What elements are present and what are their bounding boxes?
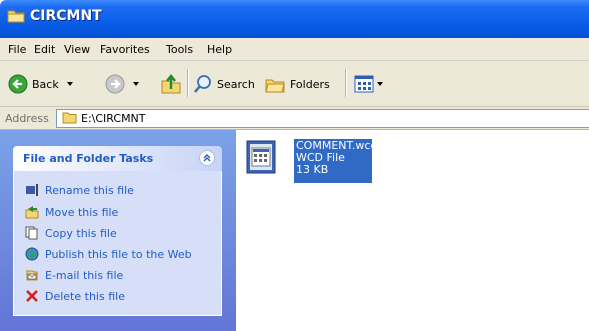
toolbar-separator — [345, 69, 347, 97]
toolbar: Back Search Folders — [0, 61, 589, 107]
task-label: Rename this file — [45, 183, 134, 197]
copy-icon — [25, 226, 38, 240]
folder-icon — [7, 10, 25, 23]
task-label: Move this file — [45, 205, 119, 219]
menu-bar: File Edit View Favorites Tools Help — [0, 38, 589, 61]
forward-button[interactable] — [105, 74, 139, 94]
views-icon — [354, 75, 374, 93]
task-move[interactable]: Move this file — [25, 205, 118, 219]
move-icon — [25, 206, 39, 219]
folders-button[interactable]: Folders — [264, 74, 330, 94]
task-rename[interactable]: Rename this file — [25, 183, 134, 197]
window-title: CIRCMNT — [30, 8, 102, 24]
task-label: Publish this file to the Web — [45, 247, 192, 261]
views-button[interactable] — [354, 75, 383, 93]
task-email[interactable]: E-mail this file — [25, 268, 123, 282]
title-bar[interactable]: CIRCMNT — [0, 0, 589, 38]
publish-icon — [25, 247, 39, 261]
folders-icon — [265, 79, 285, 93]
file-list[interactable]: COMMENT.wcd WCD File 13 KB — [236, 130, 589, 331]
forward-arrow-icon — [105, 74, 125, 94]
menu-help[interactable]: Help — [207, 43, 232, 56]
task-label: E-mail this file — [45, 268, 124, 282]
file-size: 13 KB — [296, 163, 329, 176]
panel-title: File and Folder Tasks — [23, 152, 154, 165]
task-label: Copy this file — [45, 226, 117, 240]
collapse-button[interactable] — [199, 150, 215, 166]
address-path: E:\CIRCMNT — [81, 112, 146, 125]
toolbar-separator — [187, 69, 189, 97]
menu-tools[interactable]: Tools — [166, 43, 193, 56]
panel-header[interactable]: File and Folder Tasks — [13, 146, 222, 171]
email-icon — [26, 270, 38, 281]
menu-edit[interactable]: Edit — [34, 43, 55, 56]
task-pane: File and Folder Tasks Rename this file M… — [0, 130, 236, 331]
up-folder-button[interactable] — [160, 73, 182, 95]
address-label: Address — [5, 112, 49, 125]
views-dropdown-icon[interactable] — [377, 82, 383, 86]
panel-body: Rename this file Move this file Copy thi… — [13, 171, 222, 316]
task-label: Delete this file — [45, 289, 125, 303]
menu-file[interactable]: File — [8, 43, 26, 56]
search-button[interactable]: Search — [193, 74, 255, 94]
delete-icon — [26, 290, 38, 302]
task-publish[interactable]: Publish this file to the Web — [25, 247, 192, 261]
menu-view[interactable]: View — [64, 43, 90, 56]
folder-icon — [62, 112, 77, 124]
address-bar: Address E:\CIRCMNT — [0, 107, 589, 130]
search-label: Search — [217, 77, 255, 91]
folders-label: Folders — [290, 77, 330, 91]
back-arrow-icon — [8, 74, 28, 94]
back-label: Back — [32, 77, 59, 91]
back-dropdown-icon[interactable] — [66, 82, 73, 86]
chevron-up-icon — [203, 154, 211, 162]
menu-favorites[interactable]: Favorites — [100, 43, 150, 56]
forward-dropdown-icon[interactable] — [133, 82, 139, 86]
rename-icon — [26, 184, 38, 196]
file-info-selected[interactable]: COMMENT.wcd WCD File 13 KB — [294, 139, 377, 183]
up-folder-icon — [161, 73, 181, 94]
file-folder-tasks-panel: File and Folder Tasks Rename this file M… — [13, 146, 222, 316]
address-field[interactable]: E:\CIRCMNT — [56, 109, 589, 128]
back-button[interactable]: Back — [8, 74, 73, 94]
wcd-file-icon — [246, 140, 276, 174]
task-copy[interactable]: Copy this file — [25, 226, 117, 240]
task-delete[interactable]: Delete this file — [25, 289, 125, 303]
search-icon — [194, 75, 211, 93]
